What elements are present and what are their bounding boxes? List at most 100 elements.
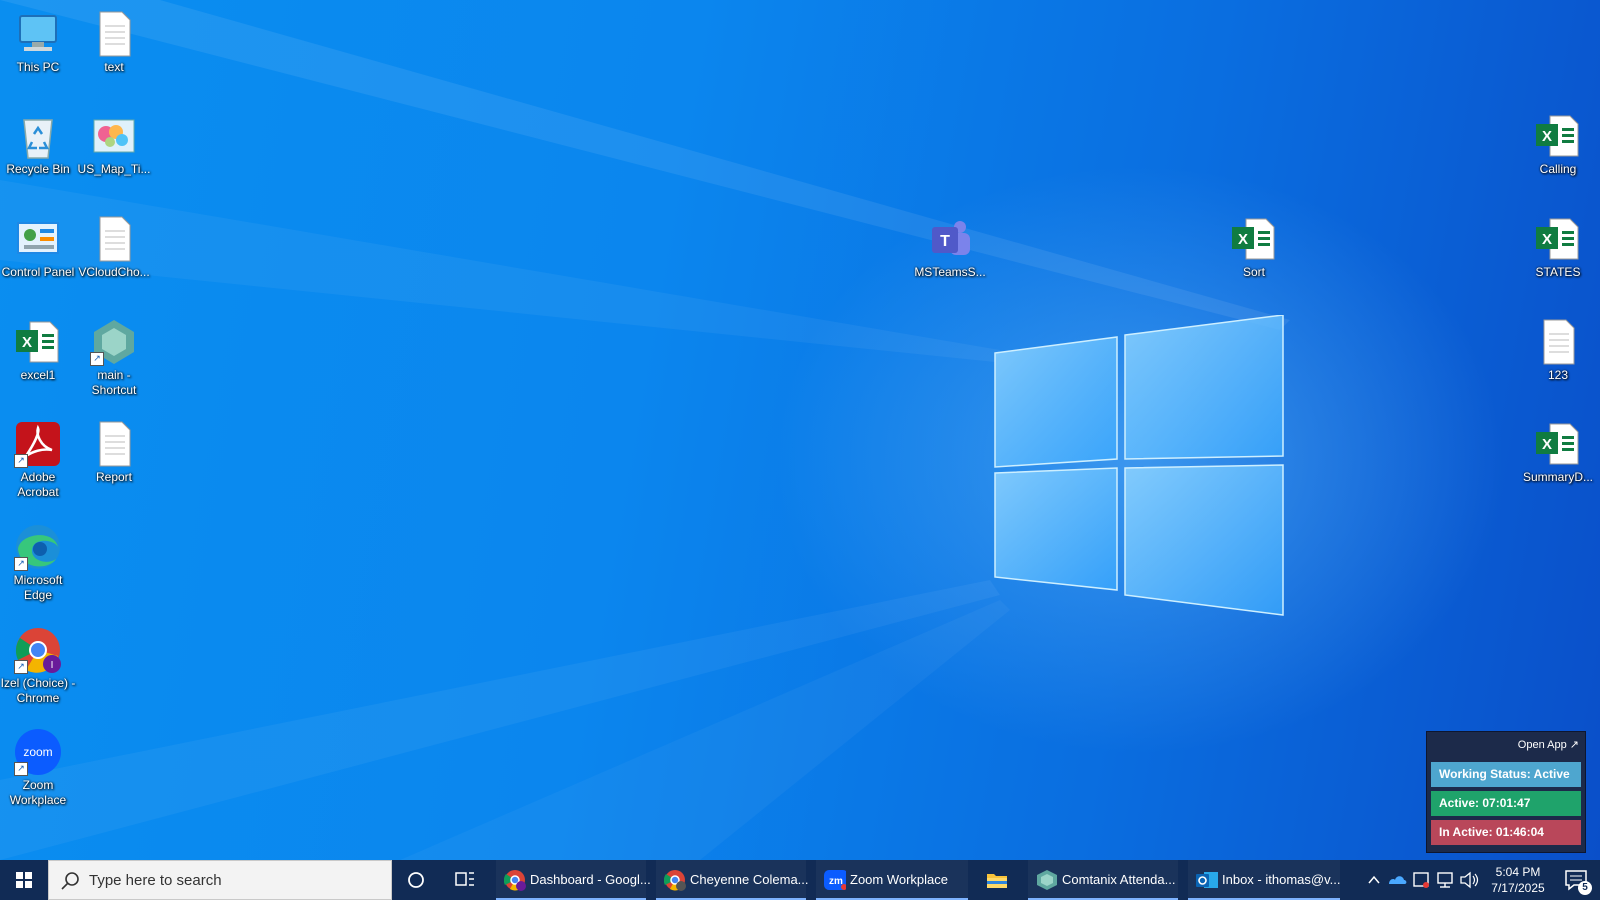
desktop-icon-calling[interactable]: X Calling — [1520, 112, 1596, 177]
desktop-icon-label: Recycle Bin — [6, 162, 70, 176]
desktop-icon-label: Sort — [1242, 265, 1265, 279]
desktop-icon-excel1[interactable]: X excel1 — [0, 318, 76, 383]
desktop-icon-label: SummaryD... — [1522, 470, 1593, 484]
text-file-icon — [1534, 318, 1582, 366]
desktop-icon-vcloudcho[interactable]: VCloudCho... — [76, 215, 152, 280]
svg-text:I: I — [51, 660, 54, 671]
chrome-icon — [664, 870, 686, 891]
desktop-icon-label: MSTeamsS... — [914, 265, 986, 279]
desktop-icon-label: Control Panel — [1, 265, 75, 279]
svg-text:X: X — [1542, 128, 1552, 145]
task-view-icon — [455, 872, 474, 886]
zoom-icon: zoom ↗ — [14, 728, 62, 776]
file-explorer-icon — [987, 874, 1007, 888]
desktop-icon-control-panel[interactable]: Control Panel — [0, 215, 76, 280]
onedrive-cloud-icon[interactable] — [1386, 860, 1408, 900]
windows-start-icon — [16, 872, 32, 888]
desktop-icon-label: 123 — [1547, 368, 1569, 382]
text-file-icon — [90, 10, 138, 58]
attendance-widget: Open App ↗ Working Status: Active Active… — [1426, 731, 1586, 853]
cortana-button[interactable] — [400, 860, 432, 900]
action-center-button[interactable]: 5 — [1556, 860, 1596, 900]
desktop-icon-us-map[interactable]: US_Map_Ti... — [76, 112, 152, 177]
desktop-icon-123[interactable]: 123 — [1520, 318, 1596, 383]
desktop-icon-states[interactable]: X STATES — [1520, 215, 1596, 280]
desktop-icon-label: US_Map_Ti... — [77, 162, 151, 176]
desktop-icon-label: STATES — [1535, 265, 1581, 279]
comtanix-icon — [1037, 870, 1057, 890]
task-view-button[interactable] — [448, 860, 480, 900]
windows-logo-wallpaper — [994, 315, 1284, 616]
desktop-icon-microsoft-edge[interactable]: ↗ Microsoft Edge — [0, 523, 76, 603]
shortcut-arrow-icon: ↗ — [14, 762, 28, 776]
volume-icon[interactable] — [1458, 860, 1480, 900]
excel-file-icon: X — [1534, 420, 1582, 468]
desktop-icon-zoom-workplace[interactable]: zoom ↗ Zoom Workplace — [0, 728, 76, 808]
svg-text:X: X — [1542, 436, 1552, 453]
image-file-icon — [90, 112, 138, 160]
desktop-icon-report[interactable]: Report — [76, 420, 152, 485]
desktop-icon-recycle-bin[interactable]: Recycle Bin — [0, 112, 76, 177]
svg-text:T: T — [940, 233, 950, 250]
excel-file-icon: X — [1534, 215, 1582, 263]
taskbar-search-box[interactable]: Type here to search — [48, 860, 392, 900]
search-icon — [61, 872, 79, 890]
svg-text:zoom: zoom — [23, 745, 52, 759]
open-app-link[interactable]: Open App ↗ — [1518, 738, 1579, 751]
desktop-icon-this-pc[interactable]: This PC — [0, 10, 76, 75]
taskbar-app-file-explorer[interactable] — [978, 860, 1018, 900]
comtanix-app-icon: ↗ — [90, 318, 138, 366]
svg-text:X: X — [1542, 231, 1552, 248]
svg-text:zm: zm — [829, 876, 843, 887]
taskbar-app-label: Inbox - ithomas@v... — [1222, 872, 1341, 887]
desktop: This PC text Recycle Bin US_Map_Ti... Co… — [0, 0, 1600, 860]
text-file-icon — [90, 215, 138, 263]
taskbar-app-label: Dashboard - Googl... — [530, 872, 651, 887]
desktop-icon-label: Microsoft Edge — [13, 573, 63, 602]
taskbar-app-label: Zoom Workplace — [850, 872, 949, 887]
security-shield-icon[interactable] — [1410, 860, 1432, 900]
excel-file-icon: X — [1534, 112, 1582, 160]
taskbar-app-label: Comtanix Attenda... — [1062, 872, 1176, 887]
wallpaper-beams — [0, 0, 1290, 860]
desktop-icon-label: text — [104, 60, 124, 74]
desktop-icon-label: This PC — [16, 60, 60, 74]
taskbar-app-outlook[interactable]: Inbox - ithomas@v... — [1188, 860, 1340, 900]
taskbar-app-chrome-cheyenne[interactable]: Cheyenne Colema... — [656, 860, 809, 900]
desktop-icon-adobe-acrobat[interactable]: ↗ Adobe Acrobat — [0, 420, 76, 500]
outlook-icon — [1196, 872, 1218, 888]
taskbar-app-chrome-dashboard[interactable]: Dashboard - Googl... — [496, 860, 651, 900]
desktop-icon-msteams[interactable]: T MSTeamsS... — [912, 215, 988, 280]
taskbar: Type here to search Dashboard - Googl...… — [0, 860, 1600, 900]
desktop-icon-label: Izel (Choice) - Chrome — [0, 676, 76, 705]
desktop-icon-summaryd[interactable]: X SummaryD... — [1520, 420, 1596, 485]
desktop-icon-main-shortcut[interactable]: ↗ main - Shortcut — [76, 318, 152, 398]
taskbar-clock[interactable]: 5:04 PM 7/17/2025 — [1482, 864, 1554, 896]
microsoft-teams-icon: T — [926, 215, 974, 263]
shortcut-arrow-icon: ↗ — [14, 557, 28, 571]
text-file-icon — [90, 420, 138, 468]
desktop-icon-label: Adobe Acrobat — [17, 470, 59, 499]
clock-time: 5:04 PM — [1495, 865, 1541, 879]
system-tray — [1364, 860, 1484, 900]
search-placeholder: Type here to search — [89, 872, 222, 889]
cortana-circle-icon — [408, 872, 424, 888]
taskbar-app-comtanix[interactable]: Comtanix Attenda... — [1028, 860, 1178, 900]
excel-file-icon: X — [1230, 215, 1278, 263]
start-button[interactable] — [0, 860, 48, 900]
recycle-bin-icon — [14, 112, 62, 160]
svg-text:X: X — [22, 334, 32, 351]
taskbar-app-zoom[interactable]: zm Zoom Workplace — [816, 860, 968, 900]
show-hidden-icons-chevron-icon[interactable] — [1364, 860, 1384, 900]
inactive-time-bar: In Active: 01:46:04 — [1431, 820, 1581, 845]
desktop-icon-chrome-profile[interactable]: I ↗ Izel (Choice) - Chrome — [0, 626, 76, 706]
control-panel-icon — [14, 215, 62, 263]
desktop-icon-text[interactable]: text — [76, 10, 152, 75]
network-icon[interactable] — [1434, 860, 1456, 900]
shortcut-arrow-icon: ↗ — [90, 352, 104, 366]
adobe-acrobat-icon: ↗ — [14, 420, 62, 468]
chrome-icon: I ↗ — [14, 626, 62, 674]
desktop-icon-label: Zoom Workplace — [9, 778, 67, 807]
desktop-icon-label: Report — [95, 470, 133, 484]
desktop-icon-sort[interactable]: X Sort — [1216, 215, 1292, 280]
